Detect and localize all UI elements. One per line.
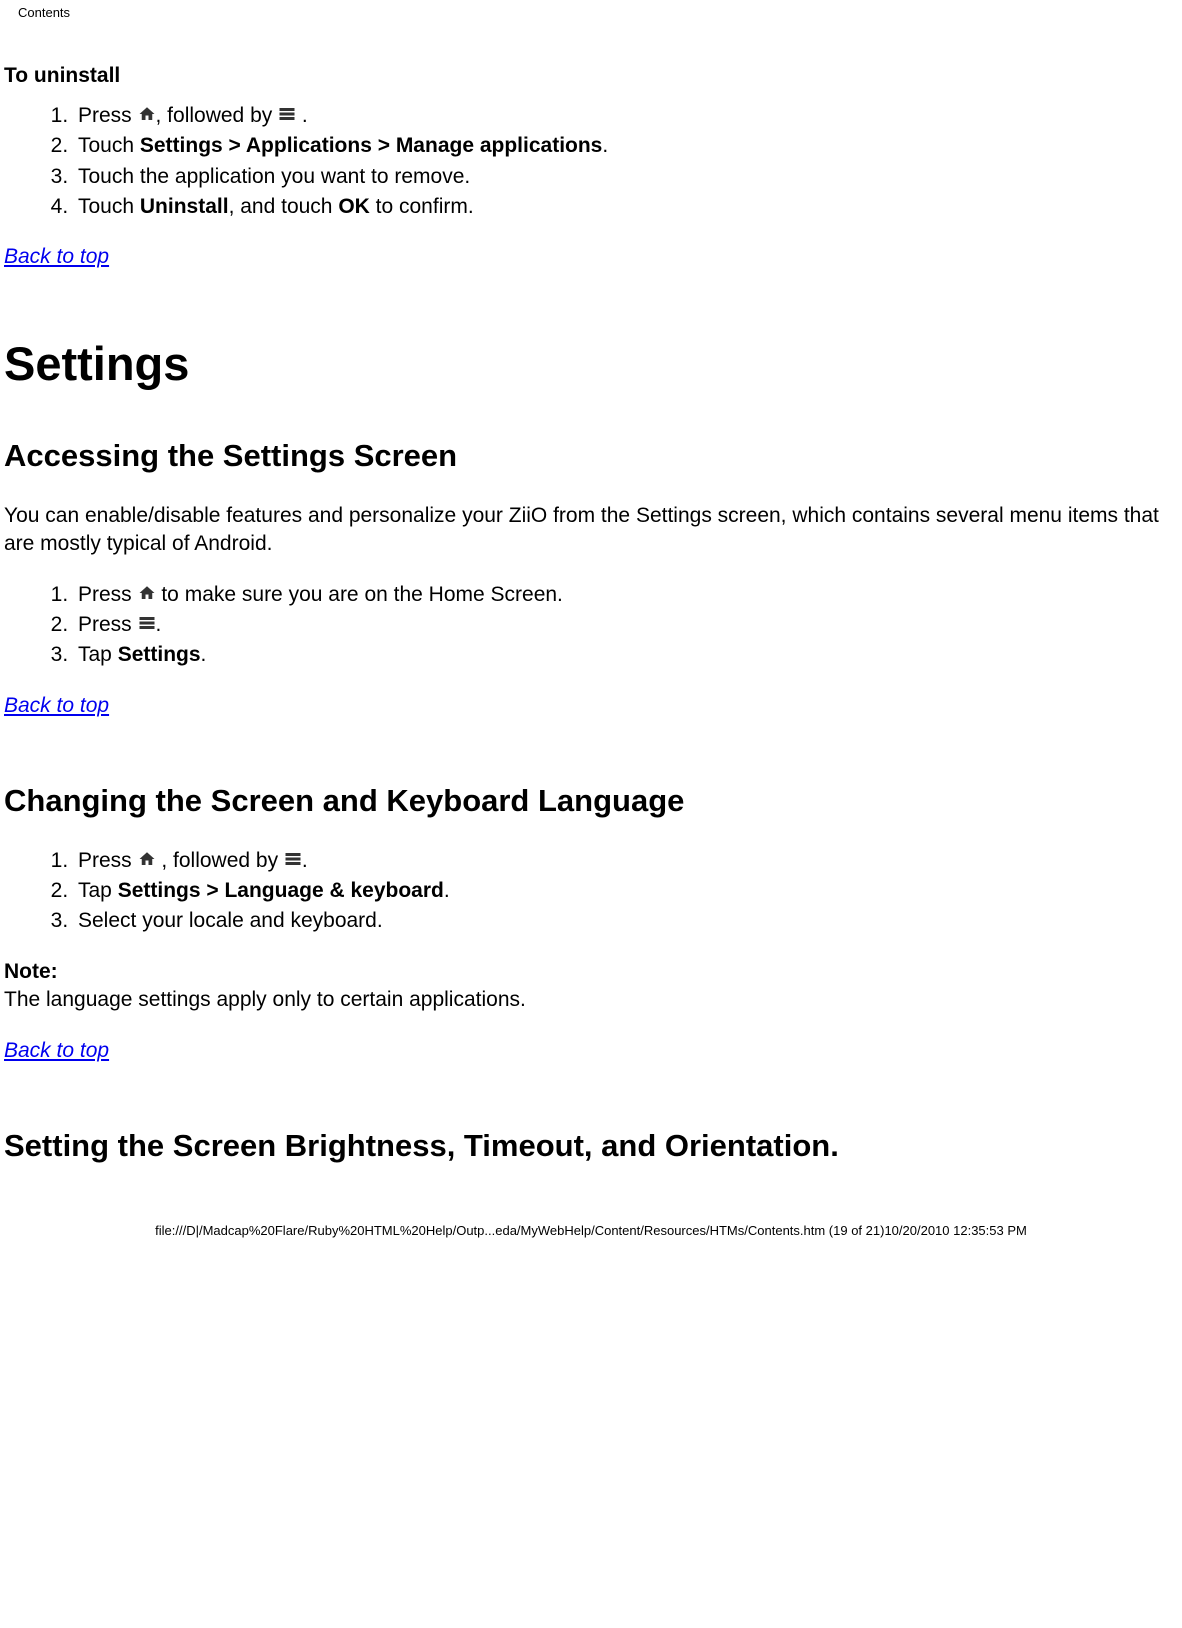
- step-text: .: [156, 613, 162, 636]
- step-text: Touch: [78, 195, 140, 218]
- home-icon: [138, 105, 156, 123]
- language-steps: Press , followed by . Tap Settings > Lan…: [4, 847, 1178, 936]
- settings-h1: Settings: [4, 332, 1178, 395]
- list-item: Press .: [74, 611, 1178, 639]
- list-item: Touch the application you want to remove…: [74, 163, 1178, 191]
- accessing-h2: Accessing the Settings Screen: [4, 435, 1178, 477]
- list-item: Press to make sure you are on the Home S…: [74, 581, 1178, 609]
- list-item: Touch Uninstall, and touch OK to confirm…: [74, 193, 1178, 221]
- uninstall-steps: Press , followed by . Touch Settings > A…: [4, 102, 1178, 221]
- step-text: Tap: [78, 879, 118, 902]
- note-text: The language settings apply only to cert…: [4, 988, 526, 1011]
- step-text: Tap: [78, 643, 118, 666]
- page-footer: file:///D|/Madcap%20Flare/Ruby%20HTML%20…: [0, 1192, 1182, 1248]
- list-item: Touch Settings > Applications > Manage a…: [74, 132, 1178, 160]
- step-text: , followed by: [156, 104, 279, 127]
- list-item: Tap Settings.: [74, 641, 1178, 669]
- home-icon: [138, 850, 156, 868]
- menu-icon: [284, 851, 302, 867]
- step-text: to make sure you are on the Home Screen.: [156, 583, 563, 606]
- list-item: Press , followed by .: [74, 102, 1178, 130]
- step-text: .: [296, 104, 308, 127]
- step-bold: Uninstall: [140, 195, 229, 218]
- step-text: Press: [78, 583, 138, 606]
- list-item: Tap Settings > Language & keyboard.: [74, 877, 1178, 905]
- list-item: Press , followed by .: [74, 847, 1178, 875]
- language-note: Note: The language settings apply only t…: [4, 958, 1178, 1015]
- step-bold: Settings > Language & keyboard: [118, 879, 444, 902]
- step-bold: Settings: [118, 643, 201, 666]
- note-label: Note:: [4, 960, 58, 983]
- step-text: Press: [78, 104, 138, 127]
- accessing-intro: You can enable/disable features and pers…: [4, 502, 1178, 559]
- language-h2: Changing the Screen and Keyboard Languag…: [4, 780, 1178, 822]
- page-header-label: Contents: [0, 0, 1182, 22]
- step-text: .: [302, 849, 308, 872]
- back-to-top-link[interactable]: Back to top: [4, 243, 109, 271]
- step-text: .: [201, 643, 207, 666]
- brightness-h2: Setting the Screen Brightness, Timeout, …: [4, 1125, 1178, 1167]
- back-to-top-link[interactable]: Back to top: [4, 1037, 109, 1065]
- step-text: , followed by: [156, 849, 284, 872]
- uninstall-heading: To uninstall: [4, 62, 1178, 90]
- step-bold: Settings > Applications > Manage applica…: [140, 134, 602, 157]
- step-text: .: [444, 879, 450, 902]
- step-text: .: [602, 134, 608, 157]
- back-to-top-link[interactable]: Back to top: [4, 692, 109, 720]
- home-icon: [138, 584, 156, 602]
- list-item: Select your locale and keyboard.: [74, 907, 1178, 935]
- step-text: Touch: [78, 134, 140, 157]
- accessing-steps: Press to make sure you are on the Home S…: [4, 581, 1178, 670]
- menu-icon: [278, 106, 296, 122]
- step-bold: OK: [338, 195, 370, 218]
- step-text: Press: [78, 613, 138, 636]
- step-text: , and touch: [229, 195, 339, 218]
- step-text: to confirm.: [370, 195, 474, 218]
- menu-icon: [138, 615, 156, 631]
- step-text: Press: [78, 849, 138, 872]
